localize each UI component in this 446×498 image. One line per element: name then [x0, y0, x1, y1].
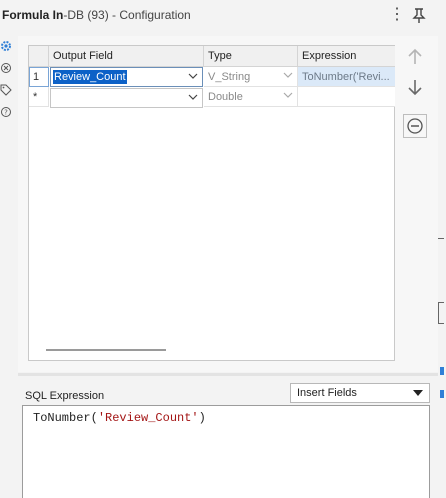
- insert-fields-dropdown[interactable]: Insert Fields: [290, 383, 430, 403]
- panel-splitter[interactable]: [18, 373, 438, 376]
- remove-row-button[interactable]: [403, 114, 427, 138]
- expression-cell[interactable]: ToNumber('Revi...: [298, 67, 395, 87]
- move-down-button[interactable]: [404, 76, 426, 98]
- output-field-select[interactable]: [50, 88, 203, 108]
- chevron-down-icon[interactable]: [283, 90, 293, 100]
- window-title-bold: Formula In: [2, 8, 64, 22]
- edge-marker: [440, 367, 444, 375]
- chevron-down-icon[interactable]: [283, 70, 293, 80]
- grid-header-rownum: [29, 46, 49, 67]
- sql-expression-text[interactable]: ToNumber('Review_Count'): [33, 411, 206, 425]
- chevron-down-icon[interactable]: [188, 71, 198, 81]
- gear-icon[interactable]: [0, 40, 12, 52]
- formula-grid: Output Field Type Expression 1 Review_Co…: [28, 45, 395, 361]
- grid-header-output-field[interactable]: Output Field: [49, 46, 204, 67]
- type-select[interactable]: V_String: [204, 67, 298, 87]
- tag-icon[interactable]: [0, 84, 12, 96]
- dropdown-arrow-icon: [413, 390, 423, 396]
- output-field-value: Review_Count: [53, 70, 127, 84]
- sidebar: ?: [0, 34, 14, 498]
- move-up-button[interactable]: [404, 46, 426, 68]
- sql-function: ToNumber(: [33, 411, 98, 425]
- sql-expression-editor[interactable]: ToNumber('Review_Count'): [22, 405, 430, 498]
- more-vertical-icon[interactable]: ⋮: [389, 6, 405, 24]
- expression-cell[interactable]: [298, 87, 395, 107]
- window-title-rest: -DB (93) - Configuration: [63, 8, 191, 22]
- settings-circle-icon[interactable]: [0, 62, 12, 74]
- window-title: Formula In-DB (93) - Configuration: [2, 8, 191, 22]
- pin-icon[interactable]: [412, 6, 426, 24]
- grid-header-type[interactable]: Type: [204, 46, 298, 67]
- output-field-select[interactable]: Review_Count: [50, 67, 203, 87]
- insert-fields-label: Insert Fields: [297, 387, 357, 399]
- help-icon[interactable]: ?: [0, 106, 12, 118]
- type-select[interactable]: Double: [204, 87, 298, 107]
- svg-text:?: ?: [4, 109, 8, 117]
- sql-string-literal: 'Review_Count': [97, 411, 199, 425]
- title-bar: Formula In-DB (93) - Configuration ⋮: [0, 0, 446, 34]
- horizontal-scrollbar[interactable]: [46, 349, 166, 351]
- sql-close-paren: ): [198, 411, 206, 425]
- type-value: Double: [208, 91, 243, 103]
- right-edge-strip: [438, 34, 446, 498]
- remove-circle-icon: [407, 118, 423, 134]
- edge-marker: [438, 302, 444, 324]
- arrow-down-icon: [408, 80, 422, 96]
- grid-header-expression[interactable]: Expression: [298, 46, 395, 67]
- edge-marker: [440, 390, 444, 398]
- chevron-down-icon[interactable]: [188, 92, 198, 102]
- edge-marker: [438, 238, 444, 239]
- type-value: V_String: [208, 71, 251, 83]
- row-number[interactable]: *: [29, 87, 49, 107]
- row-number[interactable]: 1: [29, 67, 49, 87]
- sql-expression-label: SQL Expression: [25, 390, 105, 402]
- arrow-up-icon: [408, 48, 422, 64]
